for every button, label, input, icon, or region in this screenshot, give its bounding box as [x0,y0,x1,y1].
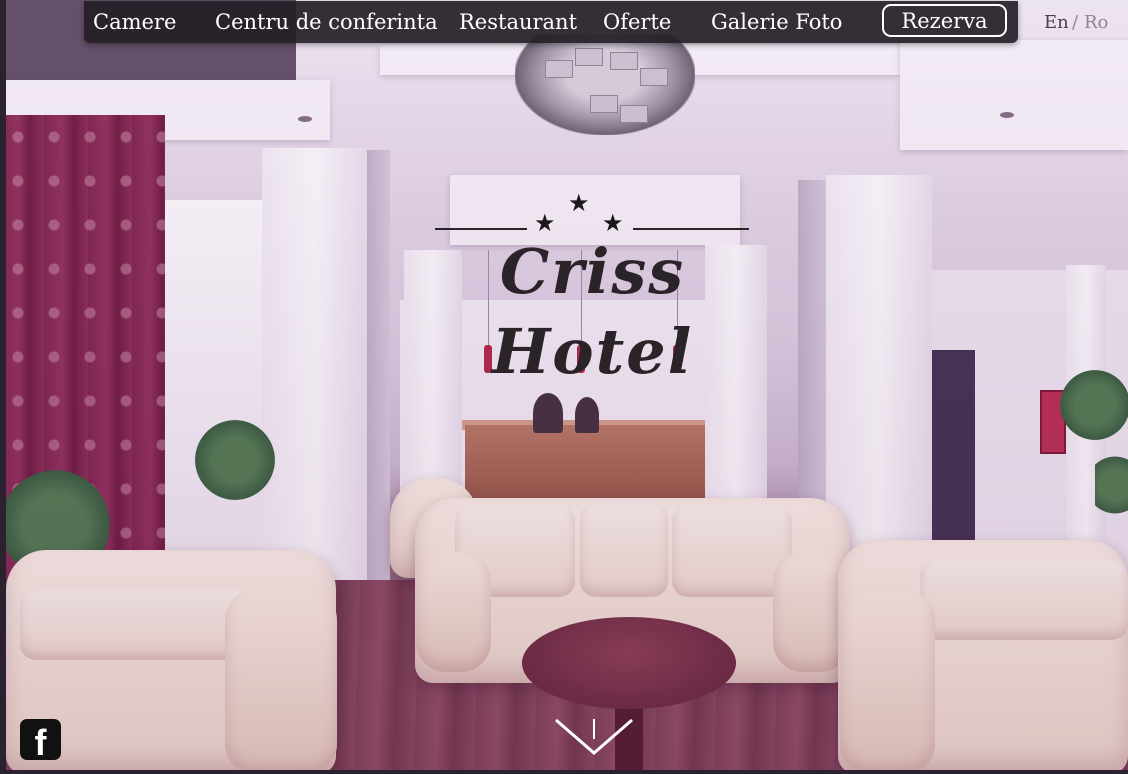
ceiling-panel [900,40,1128,150]
armchair-cushion [920,560,1128,640]
sofa-arm [416,552,491,672]
hotel-name: Criss Hotel [491,235,694,388]
armchair-arm [225,590,337,774]
nav-link-conference[interactable]: Centru de conferinta [215,8,438,36]
sofa-cushion [580,503,668,597]
star-icon: ★ [568,189,590,217]
language-en-link[interactable]: En [1044,12,1069,34]
page-border-bottom [0,770,1128,774]
reserve-button[interactable]: Rezerva [882,4,1007,37]
chandelier-fin [610,52,638,70]
leafy-plant [1060,370,1128,440]
hotel-logo: ★ ★ ★ Criss Hotel [430,188,755,388]
chandelier-fin [620,105,648,123]
logo-rule-left [435,228,527,230]
main-navigation: Camere Centru de conferinta Restaurant O… [84,1,1018,43]
nav-link-restaurant[interactable]: Restaurant [459,8,577,36]
facebook-icon[interactable]: f [20,719,61,760]
nav-link-galerie-foto[interactable]: Galerie Foto [711,8,842,36]
leafy-plant [1095,450,1128,520]
nav-link-oferte[interactable]: Oferte [603,8,671,36]
window [160,200,270,570]
chandelier [515,35,695,135]
potted-plant [195,420,275,500]
chandelier-fin [575,48,603,66]
nav-link-camere[interactable]: Camere [93,8,176,36]
armchair-cushion [20,590,260,660]
pillar-shadow [365,150,390,630]
guest [575,397,599,433]
ceiling-light [298,116,312,122]
armchair-arm [840,590,935,774]
coffee-table [522,617,736,709]
chevron-down-icon [555,718,633,755]
receptionist [533,393,563,433]
chandelier-fin [640,68,668,86]
scroll-down-button[interactable] [552,715,636,759]
chandelier-fin [545,60,573,78]
chandelier-fin [590,95,618,113]
door [930,350,975,550]
logo-rule-right [633,228,749,230]
reception-desk [465,425,705,500]
page-border-left [0,0,6,774]
ceiling-light [1000,112,1014,118]
language-ro-link[interactable]: Ro [1084,12,1108,34]
language-separator: / [1072,12,1079,33]
